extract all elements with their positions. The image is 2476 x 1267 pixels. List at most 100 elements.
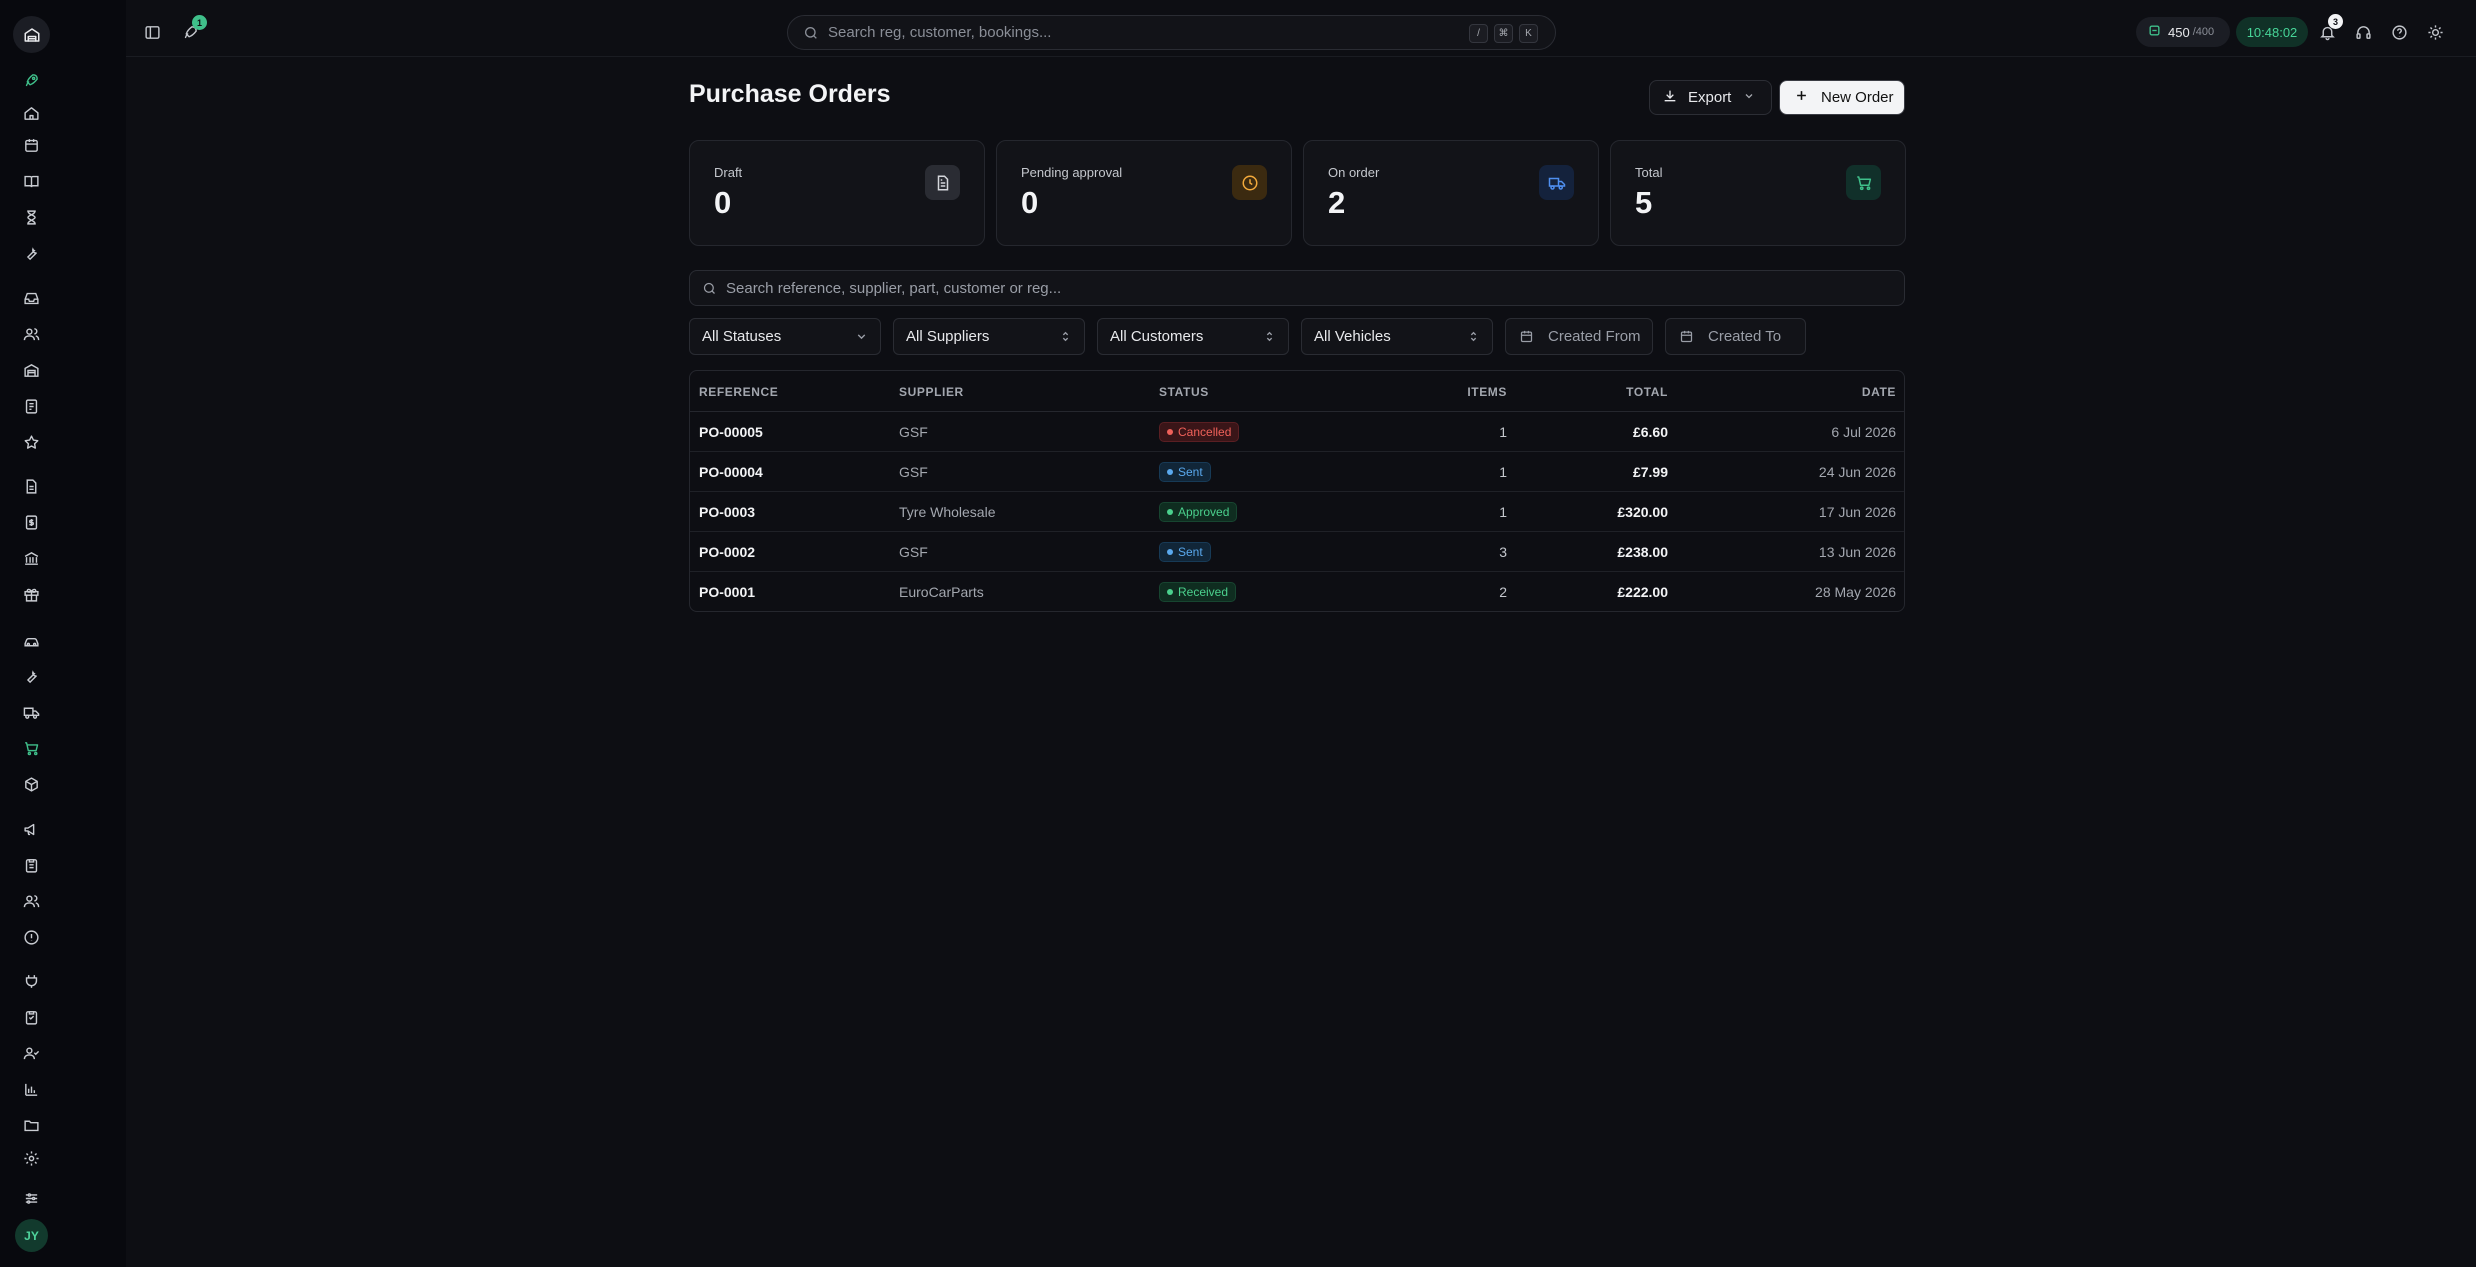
checklist-icon[interactable]: [19, 1005, 43, 1029]
folder-icon[interactable]: [19, 1113, 43, 1137]
invoice-icon[interactable]: [19, 510, 43, 534]
column-header-total[interactable]: TOTAL: [1626, 385, 1668, 399]
plugin-icon[interactable]: [19, 969, 43, 993]
stat-card-pending-approval: Pending approval 0: [996, 140, 1292, 246]
car-icon[interactable]: [19, 629, 43, 653]
hourglass-icon[interactable]: [19, 205, 43, 229]
theme-toggle-icon[interactable]: [2421, 18, 2449, 46]
inbox-icon[interactable]: [19, 286, 43, 310]
truck-icon: [1539, 165, 1574, 200]
chevron-updown-icon: [1263, 330, 1276, 347]
row-reference[interactable]: PO-00004: [699, 464, 763, 480]
cart-icon[interactable]: [19, 736, 43, 760]
row-total: £320.00: [1617, 504, 1668, 520]
created-from-date-picker[interactable]: Created From: [1505, 318, 1653, 355]
wrench-icon[interactable]: [19, 241, 43, 265]
table-row[interactable]: PO-0001 EuroCarParts Received 2 £222.00 …: [690, 572, 1904, 611]
package-icon[interactable]: [19, 772, 43, 796]
global-search-placeholder: Search reg, customer, bookings...: [828, 24, 1052, 41]
status-badge: Approved: [1159, 502, 1238, 522]
garage-logo-icon[interactable]: [13, 16, 50, 53]
users-icon[interactable]: [19, 322, 43, 346]
credits-value: 450: [2168, 24, 2190, 40]
search-icon: [803, 25, 819, 45]
calendar-icon[interactable]: [19, 133, 43, 157]
row-reference[interactable]: PO-0003: [699, 504, 755, 520]
customer-filter-select[interactable]: All Customers: [1097, 318, 1289, 355]
headset-icon[interactable]: [2349, 18, 2377, 46]
settings-icon[interactable]: [19, 1146, 43, 1170]
status-badge: Sent: [1159, 462, 1211, 482]
orders-search-placeholder: Search reference, supplier, part, custom…: [726, 279, 1062, 297]
calendar-icon: [1679, 329, 1694, 348]
sidebar-toggle-icon[interactable]: [138, 18, 166, 46]
sliders-icon[interactable]: [19, 1186, 43, 1210]
orders-search-input[interactable]: Search reference, supplier, part, custom…: [689, 270, 1905, 306]
home-icon[interactable]: [19, 101, 43, 125]
row-reference[interactable]: PO-0002: [699, 544, 755, 560]
row-date: 28 May 2026: [1815, 584, 1896, 600]
column-header-status[interactable]: STATUS: [1159, 385, 1209, 399]
vehicle-filter-select[interactable]: All Vehicles: [1301, 318, 1493, 355]
new-order-label: New Order: [1821, 89, 1894, 106]
stat-card-draft: Draft 0: [689, 140, 985, 246]
tools-icon[interactable]: [19, 664, 43, 688]
customer-filter-value: All Customers: [1110, 328, 1204, 345]
vehicle-filter-value: All Vehicles: [1314, 328, 1391, 345]
status-dot: [1167, 589, 1173, 595]
column-header-items[interactable]: ITEMS: [1467, 385, 1507, 399]
row-total: £238.00: [1617, 544, 1668, 560]
megaphone-icon[interactable]: [19, 817, 43, 841]
table-row[interactable]: PO-00004 GSF Sent 1 £7.99 24 Jun 2026: [690, 452, 1904, 492]
user-avatar[interactable]: JY: [15, 1219, 48, 1252]
created-to-date-picker[interactable]: Created To: [1665, 318, 1806, 355]
supplier-filter-select[interactable]: All Suppliers: [893, 318, 1085, 355]
receipt-icon[interactable]: [19, 394, 43, 418]
star-icon[interactable]: [19, 430, 43, 454]
credits-counter[interactable]: 450 /400: [2136, 17, 2230, 47]
clock-display: 10:48:02: [2236, 17, 2308, 47]
truck-icon[interactable]: [19, 700, 43, 724]
status-filter-value: All Statuses: [702, 328, 782, 345]
warehouse-icon[interactable]: [19, 358, 43, 382]
row-supplier: GSF: [899, 424, 928, 440]
purchase-orders-table: REFERENCE SUPPLIER STATUS ITEMS TOTAL DA…: [689, 370, 1905, 612]
info-icon[interactable]: [19, 925, 43, 949]
stat-label: On order: [1328, 165, 1380, 180]
stat-value: 0: [1021, 185, 1039, 220]
gift-icon[interactable]: [19, 582, 43, 606]
row-reference[interactable]: PO-0001: [699, 584, 755, 600]
team-icon[interactable]: [19, 889, 43, 913]
table-row[interactable]: PO-0003 Tyre Wholesale Approved 1 £320.0…: [690, 492, 1904, 532]
column-header-reference[interactable]: REFERENCE: [699, 385, 778, 399]
chart-icon[interactable]: [19, 1077, 43, 1101]
row-reference[interactable]: PO-00005: [699, 424, 763, 440]
plus-icon: [1794, 88, 1809, 107]
row-total: £7.99: [1632, 464, 1668, 480]
table-row[interactable]: PO-0002 GSF Sent 3 £238.00 13 Jun 2026: [690, 532, 1904, 572]
export-button[interactable]: Export: [1649, 80, 1772, 115]
document-icon: [925, 165, 960, 200]
column-header-supplier[interactable]: SUPPLIER: [899, 385, 964, 399]
help-icon[interactable]: [2385, 18, 2413, 46]
status-label: Sent: [1178, 465, 1203, 479]
cart-icon: [1846, 165, 1881, 200]
row-date: 24 Jun 2026: [1818, 464, 1896, 480]
user-check-icon[interactable]: [19, 1041, 43, 1065]
row-items: 1: [1499, 424, 1507, 440]
new-order-button[interactable]: New Order: [1779, 80, 1905, 115]
book-icon[interactable]: [19, 169, 43, 193]
table-row[interactable]: PO-00005 GSF Cancelled 1 £6.60 6 Jul 202…: [690, 412, 1904, 452]
document-icon[interactable]: [19, 474, 43, 498]
stat-value: 2: [1328, 185, 1346, 220]
rocket-icon[interactable]: [19, 68, 43, 92]
status-filter-select[interactable]: All Statuses: [689, 318, 881, 355]
stat-card-total: Total 5: [1610, 140, 1906, 246]
bank-icon[interactable]: [19, 546, 43, 570]
column-header-date[interactable]: DATE: [1862, 385, 1896, 399]
main-panel: [126, 0, 2476, 1267]
clipboard-icon[interactable]: [19, 853, 43, 877]
download-icon: [1662, 88, 1678, 108]
row-items: 3: [1499, 544, 1507, 560]
global-search-input[interactable]: Search reg, customer, bookings... / ⌘ K: [787, 15, 1556, 50]
